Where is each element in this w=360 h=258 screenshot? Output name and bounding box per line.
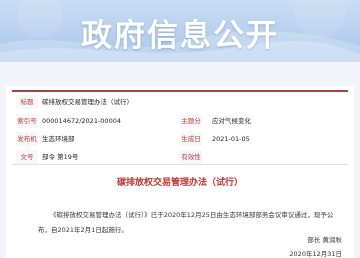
metadata-row-title: 标题 碳排放权交易管理办法（试行） bbox=[12, 95, 348, 113]
metadata-label: 有效性 bbox=[180, 150, 202, 164]
document-title: 碳排放权交易管理办法（试行） bbox=[116, 178, 243, 188]
metadata-label: 生成日期 bbox=[180, 132, 202, 157]
metadata-value: 生态环境部 bbox=[42, 135, 75, 143]
metadata-label: 发布机关 bbox=[16, 132, 38, 157]
metadata-label: 主题分类 bbox=[180, 114, 202, 139]
metadata-row-doc-number: 文号 部令 第19号 有效性 bbox=[12, 150, 348, 168]
document-signer: 部长 黄润秋 bbox=[307, 236, 342, 244]
metadata-value: 应对气候变化 bbox=[212, 117, 251, 125]
document-metadata-table: 标题 碳排放权交易管理办法（试行） 索引号 000014672/2021-000… bbox=[12, 90, 348, 165]
document-date: 2020年12月31日 bbox=[289, 250, 342, 258]
metadata-value: 碳排放权交易管理办法（试行） bbox=[42, 98, 133, 106]
metadata-value: 000014672/2021-00004 bbox=[42, 117, 121, 125]
metadata-value: 2021-01-05 bbox=[212, 135, 250, 143]
site-banner: 政府信息公开 bbox=[0, 0, 360, 62]
metadata-row-index: 索引号 000014672/2021-00004 主题分类 应对气候变化 bbox=[12, 114, 348, 139]
metadata-label: 索引号 bbox=[16, 114, 38, 128]
document-body: 《碳排放权交易管理办法（试行）》已于2020年12月25日由生态环境部部务会议审… bbox=[38, 211, 334, 234]
content-panel: 标题 碳排放权交易管理办法（试行） 索引号 000014672/2021-000… bbox=[6, 86, 354, 258]
metadata-label: 标题 bbox=[16, 95, 38, 109]
metadata-label: 文号 bbox=[16, 150, 38, 164]
metadata-row-issuer: 发布机关 生态环境部 生成日期 2021-01-05 bbox=[12, 132, 348, 157]
metadata-value: 部令 第19号 bbox=[42, 153, 79, 161]
banner-title: 政府信息公开 bbox=[81, 18, 279, 54]
